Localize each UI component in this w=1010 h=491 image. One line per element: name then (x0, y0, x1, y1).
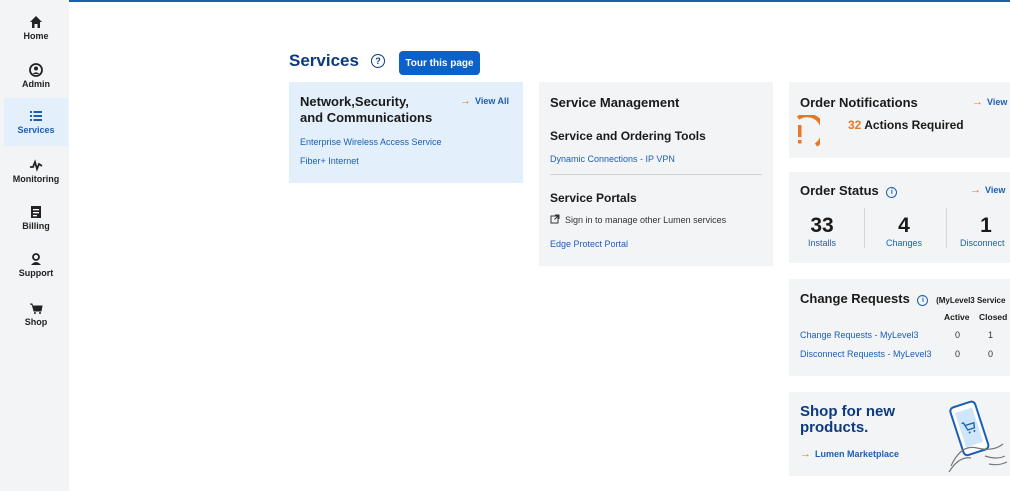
phone-shopping-illustration (948, 400, 1008, 473)
portals-note-text: Sign in to manage other Lumen services (565, 215, 727, 225)
top-border (68, 0, 1010, 2)
view-label: View (985, 185, 1006, 195)
divider (550, 174, 762, 175)
divider (864, 208, 865, 248)
sidebar-item-label: Home (23, 31, 49, 41)
actions-count: 32 (848, 118, 862, 132)
column-closed: Closed (979, 312, 1008, 322)
order-status-card: Order Status i → View 33 Installs 4 Chang… (789, 172, 1010, 263)
disconnects-link[interactable]: Disconnect (956, 238, 1010, 248)
network-card-title: Network,Security, and Communications (300, 94, 432, 126)
list-icon (30, 111, 42, 121)
sidebar-item-label: Shop (24, 317, 48, 327)
view-label: View (987, 97, 1008, 107)
network-card-title-line2: and Communications (300, 110, 433, 125)
arrow-right-icon: → (970, 184, 981, 196)
order-status-view-link[interactable]: → View (970, 184, 1005, 196)
shop-card: Shop for new products. → Lumen Marketplac… (789, 392, 1010, 476)
shop-title: Shop for new products. (800, 404, 895, 436)
shop-title-line2: products. (800, 419, 869, 436)
view-all-link[interactable]: → View All (460, 95, 509, 107)
view-all-label: View All (475, 96, 510, 106)
change-requests-card: Change Requests i (MyLevel3 Service Acti… (789, 279, 1010, 376)
sidebar-item-home[interactable]: Home (4, 4, 68, 52)
tour-button[interactable]: Tour this page (399, 51, 480, 75)
service-portals-title: Service Portals (550, 191, 637, 205)
sidebar-item-label: Monitoring (12, 174, 60, 184)
arrow-right-icon: → (800, 448, 811, 460)
service-management-card: Service Management Service and Ordering … (539, 82, 773, 266)
shop-title-line1: Shop for new (800, 403, 895, 420)
network-card-title-line1: Network,Security, (300, 94, 409, 109)
disconnect-requests-closed: 0 (988, 349, 994, 359)
marketplace-label: Lumen Marketplace (815, 449, 900, 459)
alert-icon (796, 115, 820, 147)
edge-protect-portal-link[interactable]: Edge Protect Portal (550, 239, 628, 249)
order-notifications-card: Order Notifications → View 32 Actions Req… (789, 82, 1010, 158)
pulse-icon (30, 159, 43, 172)
lumen-marketplace-link[interactable]: → Lumen Marketplace (800, 448, 899, 460)
installs-link[interactable]: Installs (792, 238, 852, 248)
change-requests-title-text: Change Requests (800, 291, 910, 306)
disconnects-count: 1 (980, 214, 992, 237)
changes-count: 4 (898, 214, 910, 237)
disconnect-requests-link[interactable]: Disconnect Requests - MyLevel3 (800, 349, 932, 359)
support-icon (31, 253, 41, 265)
order-status-title-text: Order Status (800, 183, 879, 198)
sidebar: Home Admin Services Monitoring Billing S… (0, 0, 69, 491)
service-management-title: Service Management (550, 95, 680, 110)
invoice-icon (31, 206, 41, 218)
actions-required: 32 Actions Required (848, 118, 964, 132)
order-status-title: Order Status i (800, 183, 898, 198)
sidebar-item-shop[interactable]: Shop (4, 290, 68, 338)
disconnect-requests-active: 0 (955, 349, 961, 359)
order-notifications-title: Order Notifications (800, 95, 918, 110)
sidebar-item-admin[interactable]: Admin (4, 52, 68, 100)
sidebar-item-billing[interactable]: Billing (4, 194, 68, 242)
external-link-icon (550, 214, 560, 224)
divider (946, 208, 947, 248)
arrow-right-icon: → (460, 95, 471, 107)
change-requests-title: Change Requests i (MyLevel3 Service (800, 291, 1005, 306)
portals-note: Sign in to manage other Lumen services (550, 214, 726, 225)
sidebar-item-services[interactable]: Services (4, 98, 68, 146)
sidebar-item-label: Services (17, 125, 55, 135)
service-tools-title: Service and Ordering Tools (550, 129, 706, 143)
network-card: Network,Security, and Communications → Vi… (289, 82, 523, 183)
network-link-fiber-internet[interactable]: Fiber+ Internet (300, 156, 359, 166)
changes-link[interactable]: Changes (874, 238, 934, 248)
dynamic-connections-link[interactable]: Dynamic Connections - IP VPN (550, 154, 675, 164)
order-notifications-view-link[interactable]: → View (972, 96, 1007, 108)
sidebar-item-monitoring[interactable]: Monitoring (4, 147, 68, 195)
sidebar-item-label: Support (18, 268, 54, 278)
change-requests-note: (MyLevel3 Service (936, 296, 1006, 305)
home-icon (30, 16, 42, 28)
change-requests-closed: 1 (988, 330, 994, 340)
cart-icon (30, 303, 43, 314)
info-icon[interactable]: i (917, 295, 929, 306)
page-header: Services ? (289, 51, 385, 71)
network-link-enterprise-wireless[interactable]: Enterprise Wireless Access Service (300, 137, 442, 147)
help-icon[interactable]: ? (370, 54, 385, 68)
installs-count: 33 (810, 214, 834, 237)
sidebar-item-support[interactable]: Support (4, 241, 68, 289)
user-icon (29, 63, 43, 77)
change-requests-link[interactable]: Change Requests - MyLevel3 (800, 330, 919, 340)
info-icon[interactable]: i (886, 187, 898, 198)
column-active: Active (944, 312, 970, 322)
arrow-right-icon: → (972, 96, 983, 108)
sidebar-item-label: Billing (22, 221, 50, 231)
change-requests-active: 0 (955, 330, 961, 340)
page-title: Services (289, 51, 359, 70)
sidebar-item-label: Admin (22, 79, 50, 89)
actions-label: Actions Required (864, 118, 964, 132)
